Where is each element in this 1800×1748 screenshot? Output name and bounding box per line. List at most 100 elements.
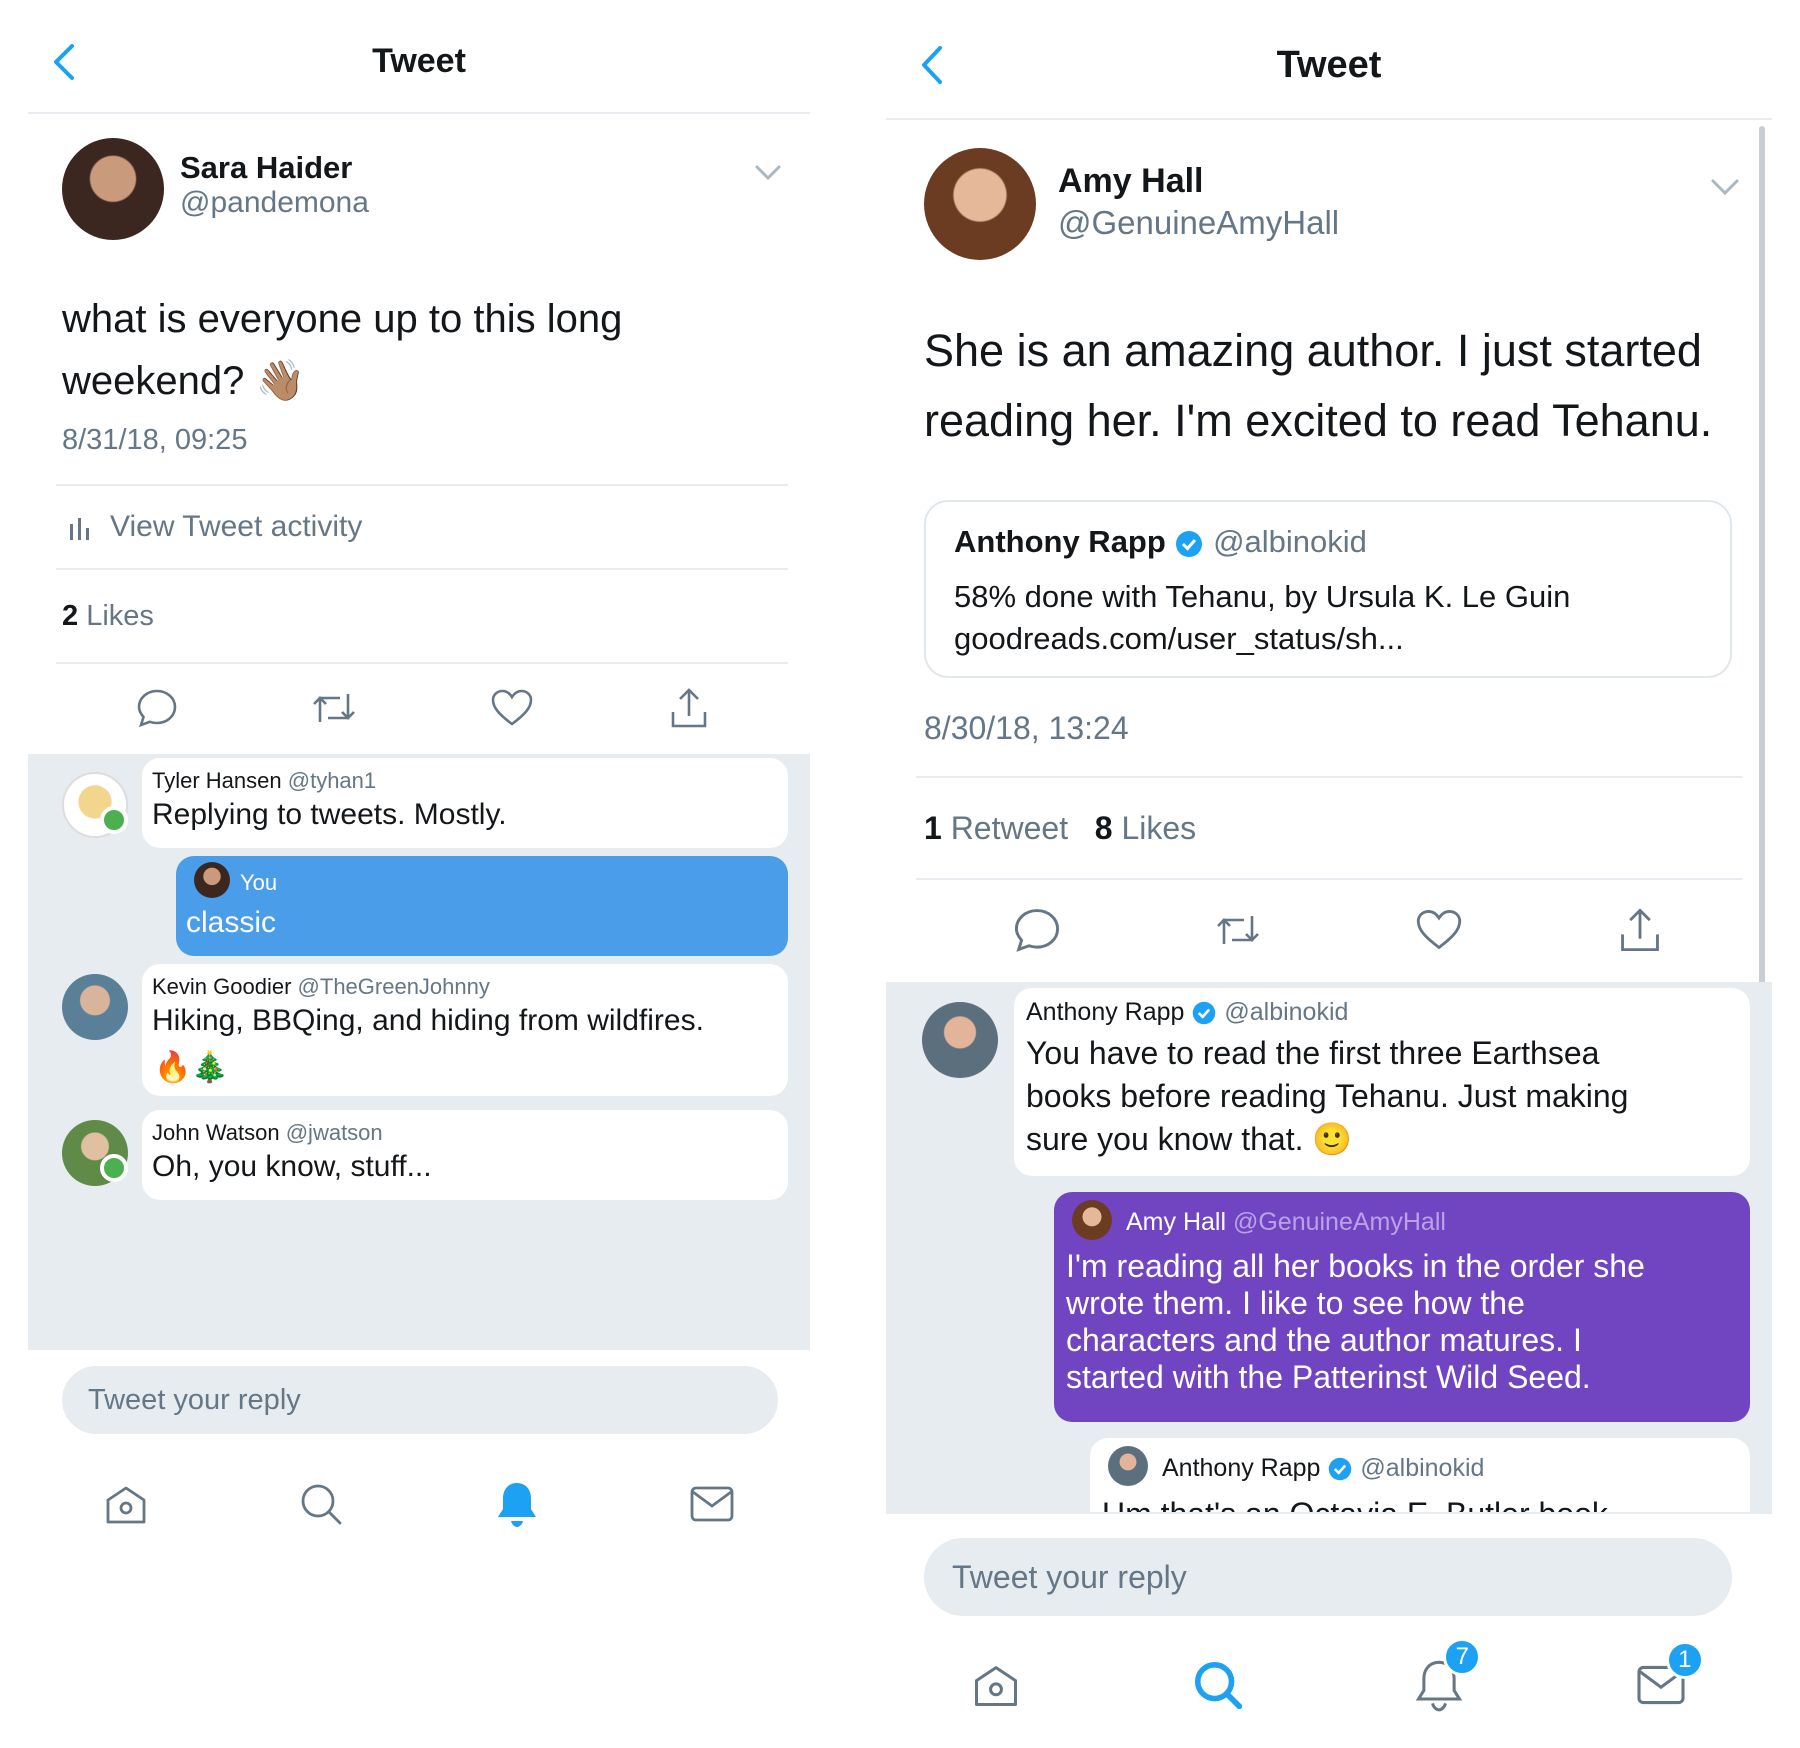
search-icon[interactable] bbox=[1191, 1658, 1245, 1717]
avatar bbox=[194, 862, 230, 898]
reply-bubble[interactable]: Anthony Rapp @albinokid You have to read… bbox=[1014, 988, 1750, 1176]
header-divider bbox=[28, 112, 810, 114]
waving-hand-emoji: 👋🏽 bbox=[255, 359, 306, 403]
reply-thread: Tyler Hansen @tyhan1 Replying to tweets.… bbox=[28, 754, 810, 1350]
reply-text: Replying to tweets. Mostly. bbox=[152, 798, 507, 831]
reply-author: Kevin Goodier @TheGreenJohnny bbox=[152, 974, 490, 999]
quoted-handle: @albinokid bbox=[1213, 524, 1367, 559]
reply-author: Amy Hall @GenuineAmyHall bbox=[1126, 1208, 1446, 1236]
tweet-text: She is an amazing author. I just started… bbox=[924, 316, 1754, 456]
reply-icon[interactable] bbox=[133, 684, 181, 732]
reply-text: You have to read the first three Earthse… bbox=[1026, 1035, 1629, 1157]
home-icon[interactable] bbox=[102, 1480, 150, 1533]
retweets-stat[interactable]: 1 Retweet bbox=[924, 810, 1068, 846]
reply-input[interactable]: Tweet your reply bbox=[62, 1366, 778, 1434]
avatar bbox=[1108, 1446, 1148, 1486]
quoted-text: 58% done with Tehanu, by Ursula K. Le Gu… bbox=[954, 576, 1570, 660]
divider bbox=[56, 662, 788, 664]
header-divider bbox=[886, 118, 1772, 120]
like-heart-icon[interactable] bbox=[488, 684, 536, 732]
avatar[interactable] bbox=[62, 138, 164, 240]
tweet-body: what is everyone up to this long weekend… bbox=[62, 297, 623, 403]
share-icon[interactable] bbox=[1616, 906, 1664, 954]
divider bbox=[886, 1512, 1772, 1514]
author-handle[interactable]: @GenuineAmyHall bbox=[1058, 204, 1339, 242]
reply-input[interactable]: Tweet your reply bbox=[924, 1538, 1732, 1616]
quoted-line: 58% done with Tehanu, by Ursula K. Le Gu… bbox=[954, 579, 1571, 614]
avatar[interactable] bbox=[924, 148, 1036, 260]
smile-emoji: 🙂 bbox=[1312, 1121, 1353, 1157]
likes-stat[interactable]: 8 Likes bbox=[1095, 810, 1196, 846]
own-reply-bubble[interactable]: Amy Hall @GenuineAmyHall I'm reading all… bbox=[1054, 1192, 1750, 1422]
view-tweet-activity-link[interactable]: View Tweet activity bbox=[110, 510, 362, 544]
avatar[interactable] bbox=[62, 974, 128, 1040]
quoted-name: Anthony Rapp bbox=[954, 524, 1166, 559]
reply-author: Anthony Rapp @albinokid bbox=[1026, 998, 1349, 1026]
quoted-tweet-author: Anthony Rapp @albinokid bbox=[954, 524, 1367, 560]
notifications-badge: 7 bbox=[1443, 1637, 1482, 1676]
reply-placeholder: Tweet your reply bbox=[88, 1383, 301, 1416]
reply-text: Oh, you know, stuff... bbox=[152, 1150, 432, 1183]
online-status-dot bbox=[100, 1154, 128, 1182]
quoted-link[interactable]: goodreads.com/user_status/sh... bbox=[954, 618, 1570, 660]
verified-badge-icon bbox=[1193, 1002, 1216, 1025]
tweet-text: what is everyone up to this long weekend… bbox=[62, 288, 762, 412]
reply-author: Anthony Rapp @albinokid bbox=[1162, 1454, 1485, 1482]
divider bbox=[916, 776, 1742, 778]
reply-bubble[interactable]: Tyler Hansen @tyhan1 Replying to tweets.… bbox=[142, 758, 788, 848]
home-icon[interactable] bbox=[970, 1659, 1022, 1716]
reply-icon[interactable] bbox=[1013, 906, 1061, 954]
quoted-tweet[interactable]: Anthony Rapp @albinokid 58% done with Te… bbox=[924, 500, 1732, 678]
notifications-bell-icon[interactable]: 7 bbox=[1413, 1637, 1482, 1717]
likes-count: 2 bbox=[62, 600, 79, 632]
activity-chart-icon[interactable] bbox=[68, 514, 92, 540]
reply-author: John Watson @jwatson bbox=[152, 1120, 383, 1145]
avatar bbox=[1072, 1200, 1112, 1240]
tweet-timestamp: 8/31/18, 09:25 bbox=[62, 424, 248, 456]
notifications-bell-icon[interactable] bbox=[493, 1479, 541, 1534]
divider bbox=[56, 484, 788, 486]
reply-author: You bbox=[240, 870, 278, 895]
chevron-down-icon[interactable] bbox=[1710, 178, 1740, 198]
tweet-timestamp: 8/30/18, 13:24 bbox=[924, 710, 1129, 746]
search-icon[interactable] bbox=[297, 1480, 345, 1533]
own-reply-bubble[interactable]: You classic bbox=[176, 856, 788, 956]
reply-text: Hiking, BBQing, and hiding from wildfire… bbox=[152, 1004, 704, 1037]
divider bbox=[56, 568, 788, 570]
reply-text: classic bbox=[186, 906, 277, 939]
share-icon[interactable] bbox=[665, 684, 713, 732]
retweet-icon[interactable] bbox=[310, 684, 358, 732]
tab-bar: 7 1 bbox=[886, 1637, 1772, 1732]
likes-label: Likes bbox=[86, 600, 154, 632]
likes-stat[interactable]: 2 Likes bbox=[62, 600, 154, 633]
verified-badge-icon bbox=[1176, 530, 1203, 557]
reply-author: Tyler Hansen @tyhan1 bbox=[152, 768, 377, 793]
chevron-down-icon[interactable] bbox=[754, 164, 782, 182]
reply-thread: Anthony Rapp @albinokid You have to read… bbox=[886, 982, 1772, 1548]
author-name[interactable]: Amy Hall bbox=[1058, 162, 1204, 201]
reply-emoji: 🔥🎄 bbox=[154, 1051, 229, 1084]
messages-envelope-icon[interactable]: 1 bbox=[1634, 1640, 1704, 1712]
author-handle[interactable]: @pandemona bbox=[180, 186, 369, 220]
tab-bar bbox=[28, 1466, 810, 1546]
engagement-stats: 1 Retweet 8 Likes bbox=[924, 810, 1196, 847]
reply-placeholder: Tweet your reply bbox=[952, 1558, 1187, 1595]
author-name[interactable]: Sara Haider bbox=[180, 150, 352, 186]
page-title: Tweet bbox=[372, 42, 466, 80]
left-screen: Tweet Sara Haider @pandemona what is eve… bbox=[28, 0, 810, 1748]
like-heart-icon[interactable] bbox=[1415, 906, 1463, 954]
divider bbox=[916, 878, 1742, 880]
retweet-icon[interactable] bbox=[1214, 906, 1262, 954]
tweet-actions bbox=[936, 898, 1740, 962]
messages-badge: 1 bbox=[1665, 1640, 1704, 1679]
messages-envelope-icon[interactable] bbox=[688, 1484, 736, 1529]
reply-text: I'm reading all her books in the order s… bbox=[1066, 1248, 1645, 1395]
reply-bubble[interactable]: John Watson @jwatson Oh, you know, stuff… bbox=[142, 1110, 788, 1200]
tweet-line: She is an amazing author. I just started bbox=[924, 325, 1702, 376]
online-status-dot bbox=[100, 806, 128, 834]
avatar[interactable] bbox=[922, 1002, 998, 1078]
reply-bubble[interactable]: Kevin Goodier @TheGreenJohnny Hiking, BB… bbox=[142, 964, 788, 1096]
page-title: Tweet bbox=[1276, 44, 1382, 86]
verified-badge-icon bbox=[1329, 1458, 1352, 1481]
right-screen: Tweet Amy Hall @GenuineAmyHall She is an… bbox=[886, 0, 1772, 1748]
